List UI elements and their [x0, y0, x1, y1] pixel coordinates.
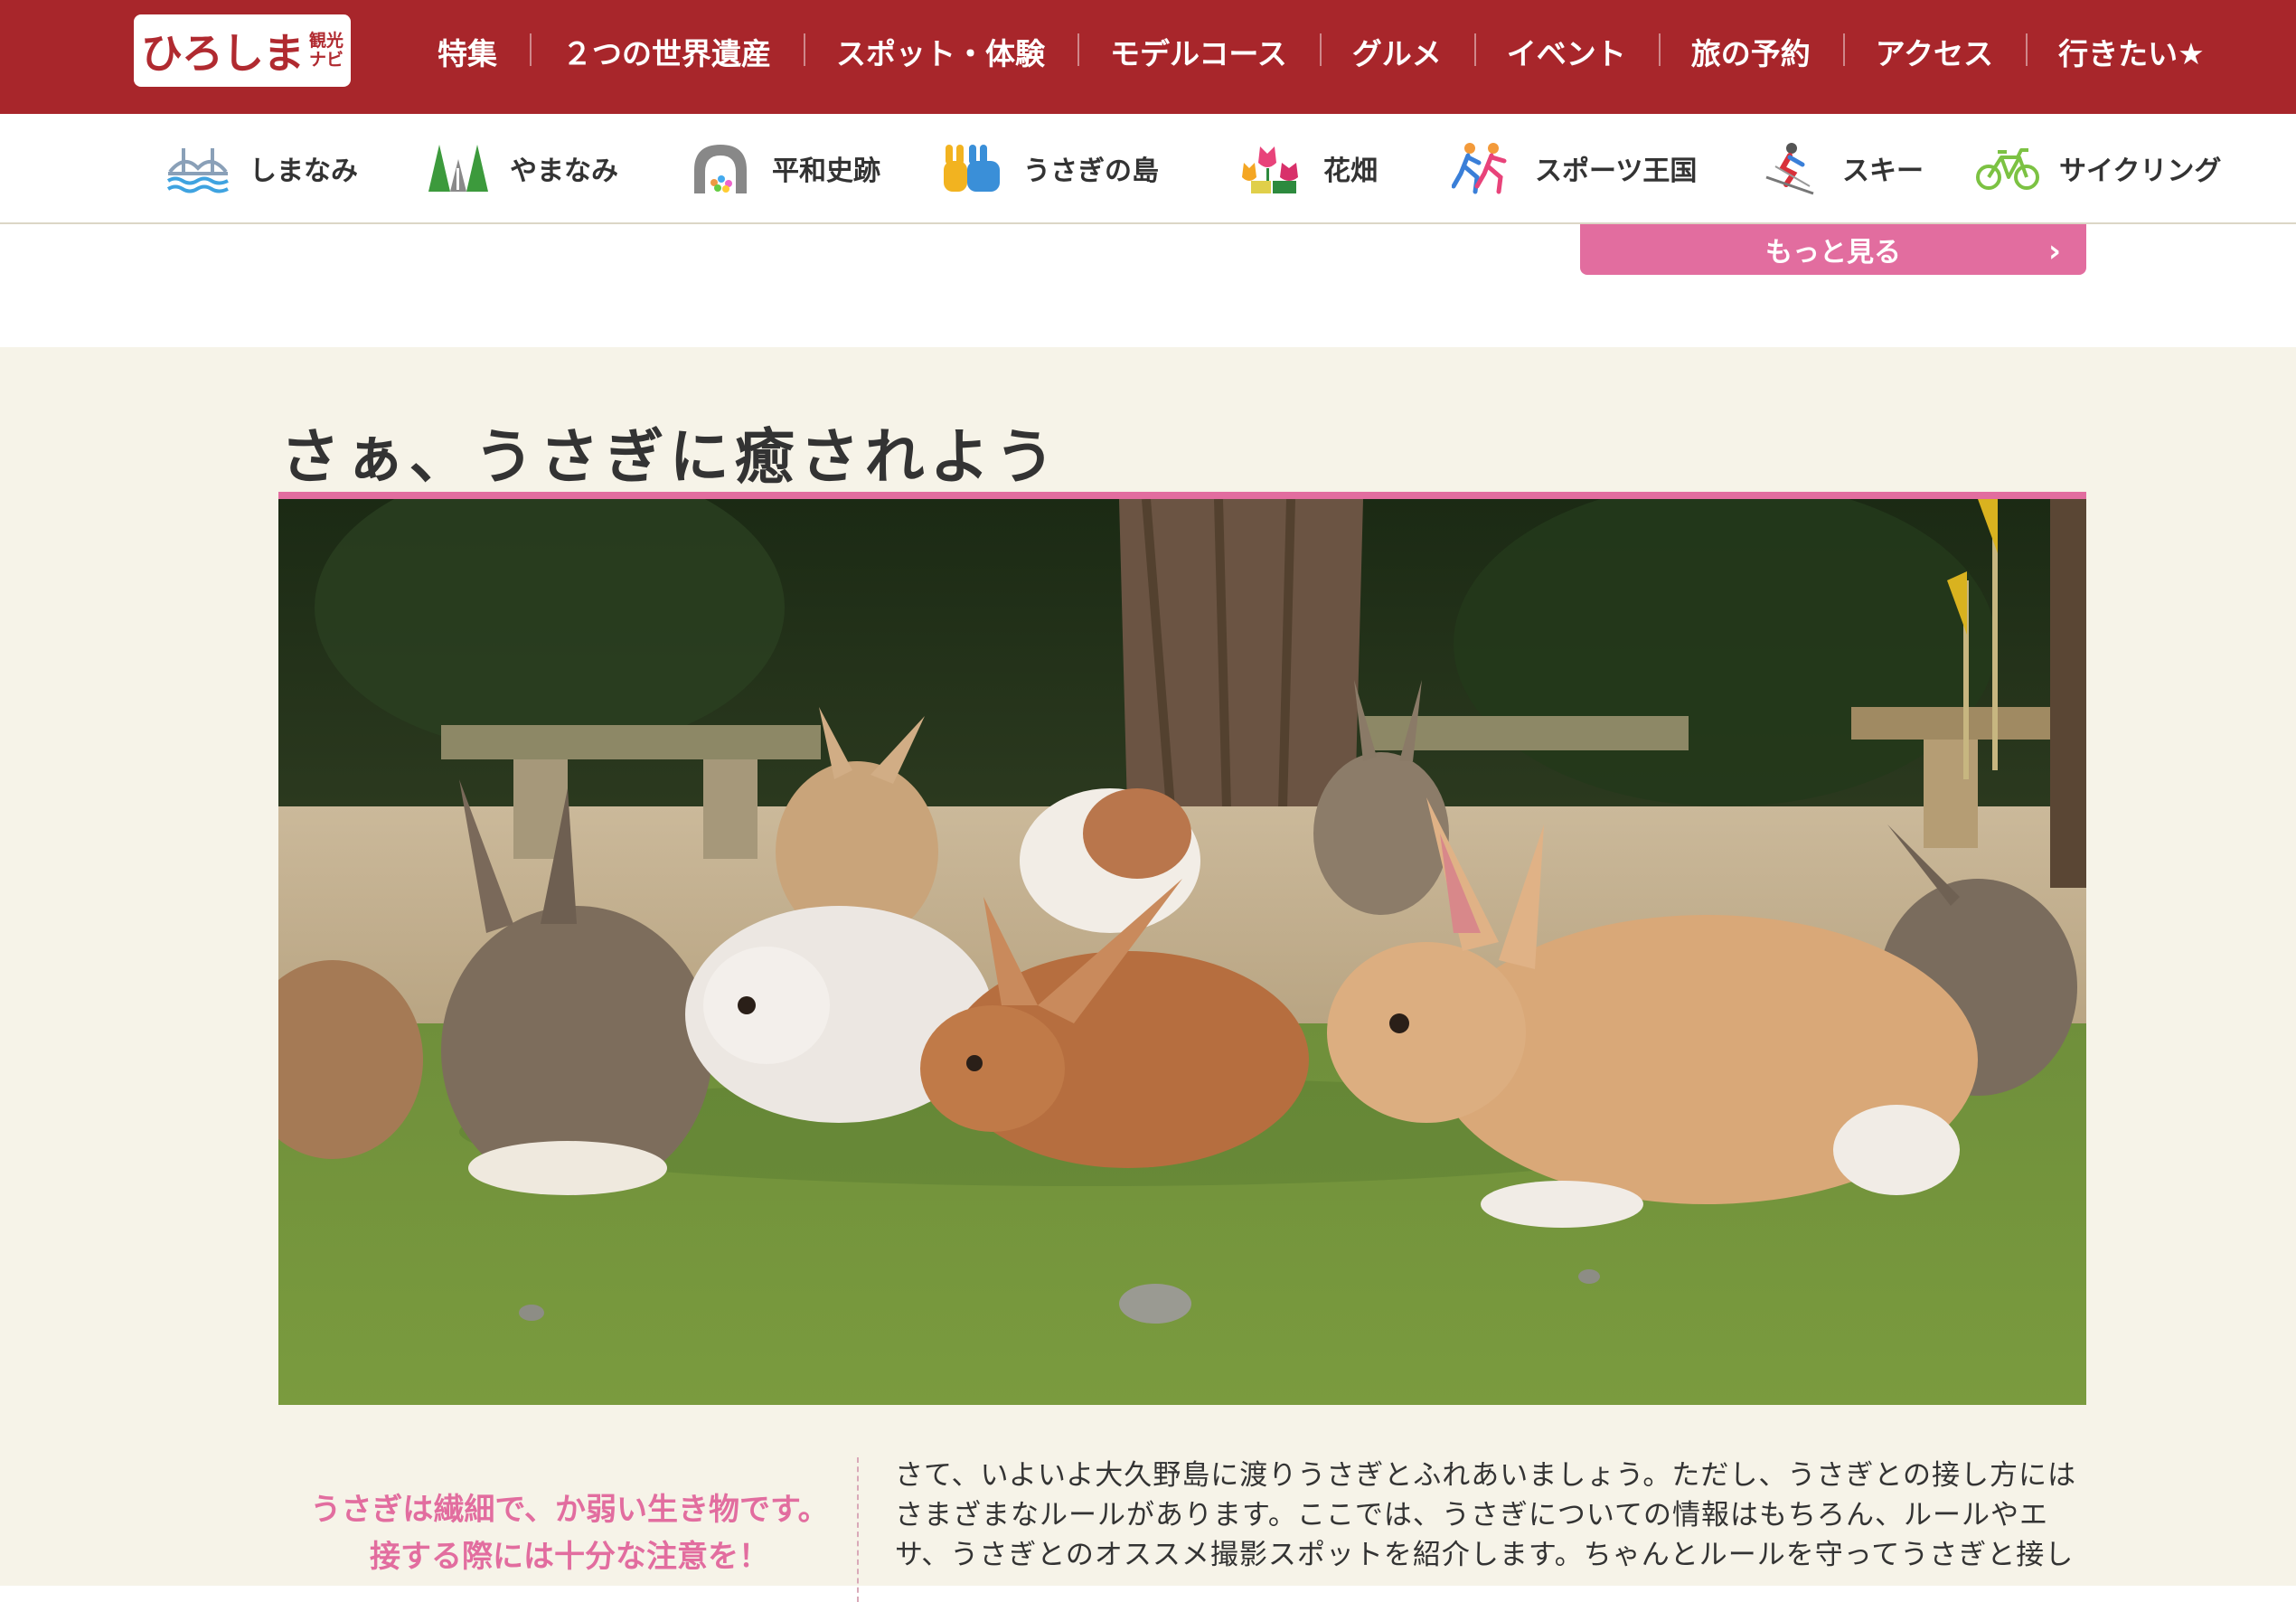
nav-item-model-course[interactable]: モデルコース — [1077, 30, 1320, 73]
divider — [857, 1457, 859, 1602]
category-rabbit-island[interactable]: うさぎの島 — [940, 141, 1159, 195]
category-peace-sites[interactable]: 平和史跡 — [689, 141, 880, 195]
more-section: もっと見る › — [0, 224, 2296, 347]
nav-item-gourmet[interactable]: グルメ — [1319, 30, 1474, 73]
nav-item-world-heritage[interactable]: ２つの世界遺産 — [530, 30, 804, 73]
flowers-icon — [1242, 146, 1298, 193]
site-logo[interactable]: ひろしま 観光 ナビ — [134, 14, 351, 87]
logo-sub-line2: ナビ — [308, 50, 343, 70]
chevron-right-icon: › — [2047, 233, 2061, 269]
dome-icon — [694, 145, 747, 193]
more-button-label: もっと見る — [1765, 237, 1901, 269]
category-label: 平和史跡 — [772, 155, 880, 187]
category-sports[interactable]: スポーツ王国 — [1452, 141, 1697, 195]
main-nav: 特集 ２つの世界遺産 スポット・体験 モデルコース グルメ イベント 旅の予約 … — [405, 0, 2237, 103]
category-flower-fields[interactable]: 花畑 — [1240, 141, 1378, 195]
category-label: サイクリング — [2059, 155, 2222, 187]
logo-sub-line1: 観光 — [308, 31, 343, 51]
category-label: しまなみ — [249, 155, 358, 187]
trees-icon — [428, 145, 488, 192]
more-button[interactable]: もっと見る › — [1580, 224, 2086, 275]
category-label: うさぎの島 — [1023, 155, 1159, 187]
nav-item-events[interactable]: イベント — [1473, 30, 1659, 73]
category-label: やまなみ — [510, 155, 618, 187]
section-lead: うさぎは繊細で、か弱い生き物です。接する際には十分な注意を！ — [310, 1492, 829, 1575]
logo-text: ひろしま — [140, 29, 305, 78]
nav-item-spots[interactable]: スポット・体験 — [804, 30, 1077, 73]
rabbits-photo — [278, 492, 2086, 1412]
runners-icon — [1452, 143, 1507, 194]
rabbits-icon — [944, 145, 1000, 192]
bridge-icon — [166, 148, 229, 193]
section-title: さぁ、うさぎに癒されよう — [280, 422, 1060, 492]
logo-subtext: 観光 ナビ — [309, 32, 343, 70]
category-bar: しまなみ やまなみ 平和史跡 うさぎの島 花畑 スポーツ王国 スキー サイクリン… — [0, 114, 2296, 224]
nav-item-feature[interactable]: 特集 — [405, 30, 530, 73]
category-ski[interactable]: スキー — [1759, 141, 1924, 195]
bicycle-icon — [1976, 148, 2039, 190]
category-yamanami[interactable]: やまなみ — [427, 141, 618, 195]
nav-item-access[interactable]: アクセス — [1842, 30, 2026, 73]
nav-item-wishlist[interactable]: 行きたい★ — [2026, 30, 2237, 73]
category-label: スキー — [1842, 155, 1924, 187]
skier-icon — [1765, 143, 1814, 195]
section-body: さて、いよいよ大久野島に渡りうさぎとふれあいましょう。ただし、うさぎとの接し方に… — [895, 1459, 2077, 1571]
top-header: ひろしま 観光 ナビ 特集 ２つの世界遺産 スポット・体験 モデルコース グルメ… — [0, 0, 2296, 114]
category-cycling[interactable]: サイクリング — [1976, 141, 2221, 195]
category-label: スポーツ王国 — [1535, 155, 1698, 187]
rabbit-section: さぁ、うさぎに癒されよう うさぎは繊細で、か弱い生き物です。接する際には十分な注… — [0, 347, 2296, 1602]
category-label: 花畑 — [1323, 155, 1378, 187]
category-shimanami[interactable]: しまなみ — [166, 141, 358, 195]
nav-item-reservation[interactable]: 旅の予約 — [1658, 30, 1843, 73]
rabbits-photo-illustration — [278, 499, 2086, 1405]
